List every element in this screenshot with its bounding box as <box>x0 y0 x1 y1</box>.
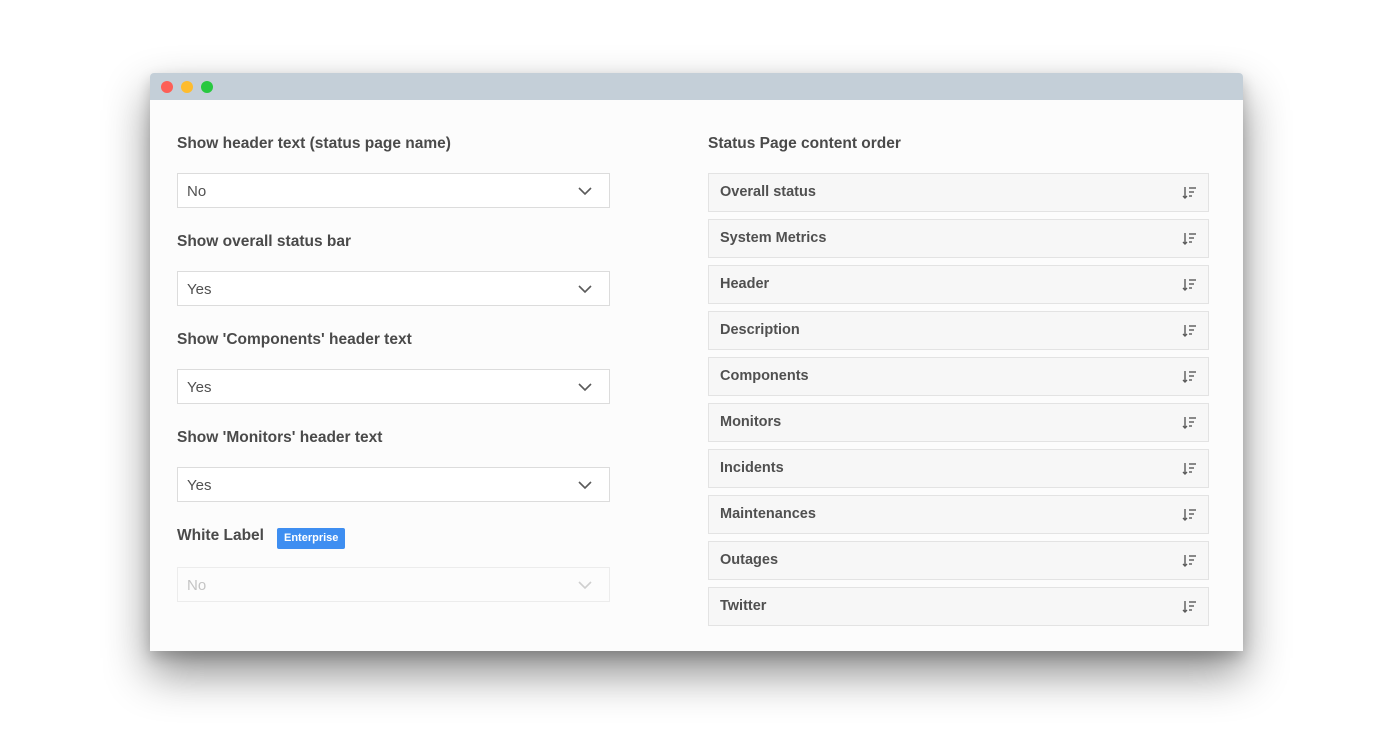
status-bar-value: Yes <box>187 281 212 298</box>
white-label-value: No <box>187 577 207 594</box>
order-item-twitter[interactable]: Twitter <box>708 587 1209 626</box>
order-item-label: Monitors <box>720 414 782 430</box>
sort-icon[interactable] <box>1182 232 1196 245</box>
header-text-value: No <box>187 183 207 200</box>
content-order-title: Status Page content order <box>708 135 901 152</box>
order-item-system-metrics[interactable]: System Metrics <box>708 219 1209 258</box>
minimize-window-button[interactable] <box>181 81 193 93</box>
status-bar-select[interactable]: Yes <box>177 271 610 306</box>
monitors-header-select[interactable]: Yes <box>177 467 610 502</box>
title-bar <box>150 73 1243 100</box>
chevron-down-icon <box>578 481 592 490</box>
order-item-components[interactable]: Components <box>708 357 1209 396</box>
components-header-value: Yes <box>187 379 212 396</box>
order-item-label: Description <box>720 322 800 338</box>
order-item-label: Outages <box>720 552 779 568</box>
app-window: Show header text (status page name) No S… <box>150 73 1243 651</box>
chevron-down-icon <box>578 581 592 590</box>
order-item-overall-status[interactable]: Overall status <box>708 173 1209 212</box>
sort-icon[interactable] <box>1182 278 1196 291</box>
chevron-down-icon <box>578 383 592 392</box>
components-header-label: Show 'Components' header text <box>177 331 412 348</box>
sort-icon[interactable] <box>1182 554 1196 567</box>
order-item-maintenances[interactable]: Maintenances <box>708 495 1209 534</box>
header-text-select[interactable]: No <box>177 173 610 208</box>
monitors-header-label: Show 'Monitors' header text <box>177 429 383 446</box>
order-item-incidents[interactable]: Incidents <box>708 449 1209 488</box>
order-item-header[interactable]: Header <box>708 265 1209 304</box>
sort-icon[interactable] <box>1182 416 1196 429</box>
monitors-header-value: Yes <box>187 477 212 494</box>
order-item-label: Overall status <box>720 184 816 200</box>
order-item-label: Header <box>720 276 770 292</box>
white-label-label: White Label <box>177 527 264 544</box>
order-item-description[interactable]: Description <box>708 311 1209 350</box>
sort-icon[interactable] <box>1182 324 1196 337</box>
order-item-label: Incidents <box>720 460 784 476</box>
order-item-label: System Metrics <box>720 230 827 246</box>
order-item-label: Twitter <box>720 598 767 614</box>
white-label-select: No <box>177 567 610 602</box>
maximize-window-button[interactable] <box>201 81 213 93</box>
sort-icon[interactable] <box>1182 186 1196 199</box>
components-header-select[interactable]: Yes <box>177 369 610 404</box>
enterprise-badge: Enterprise <box>277 528 346 549</box>
sort-icon[interactable] <box>1182 370 1196 383</box>
order-item-label: Maintenances <box>720 506 816 522</box>
order-item-monitors[interactable]: Monitors <box>708 403 1209 442</box>
order-item-outages[interactable]: Outages <box>708 541 1209 580</box>
chevron-down-icon <box>578 187 592 196</box>
close-window-button[interactable] <box>161 81 173 93</box>
status-bar-label: Show overall status bar <box>177 233 351 250</box>
order-item-label: Components <box>720 368 809 384</box>
chevron-down-icon <box>578 285 592 294</box>
sort-icon[interactable] <box>1182 462 1196 475</box>
header-text-label: Show header text (status page name) <box>177 135 451 152</box>
sort-icon[interactable] <box>1182 600 1196 613</box>
sort-icon[interactable] <box>1182 508 1196 521</box>
